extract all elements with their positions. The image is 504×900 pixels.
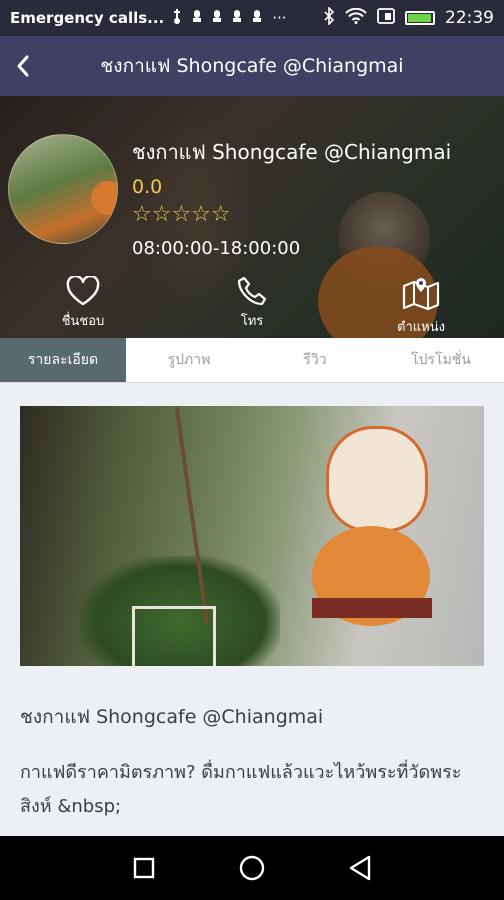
photo-sign-face — [326, 426, 428, 532]
tab-photos[interactable]: รูปภาพ — [126, 338, 252, 382]
shop-name: ชงกาแฟ Shongcafe @Chiangmai — [132, 140, 452, 164]
back-button[interactable] — [0, 36, 46, 96]
notification-icons: ··· — [172, 8, 287, 28]
recents-button[interactable] — [124, 848, 164, 888]
more-icon: ··· — [272, 9, 287, 27]
heart-icon — [66, 276, 100, 306]
status-bar: Emergency calls... ··· 22:39 — [0, 0, 504, 36]
detail-title: ชงกาแฟ Shongcafe @Chiangmai — [20, 706, 324, 728]
tab-promotions[interactable]: โปรโมชั่น — [378, 338, 504, 382]
call-label: โทร — [240, 314, 264, 329]
circle-icon — [239, 855, 265, 881]
bluetooth-icon — [323, 6, 335, 29]
avatar-sign — [91, 181, 117, 215]
sim-icon — [377, 8, 395, 28]
favorite-button[interactable]: ชื่นชอบ — [28, 276, 138, 331]
shop-avatar — [8, 134, 118, 244]
photo-sign-banner — [312, 598, 432, 618]
battery-fill — [408, 14, 431, 22]
notification-icon — [212, 8, 222, 28]
map-icon — [402, 278, 440, 311]
photo-chair — [132, 606, 216, 666]
location-button[interactable]: ตำแหน่ง — [366, 276, 476, 337]
battery-icon — [405, 11, 435, 25]
navigation-bar — [0, 836, 504, 900]
rating-stars: ☆☆☆☆☆ — [132, 202, 231, 227]
tab-bar: รายละเอียด รูปภาพ รีวิว โปรโมชั่น — [0, 338, 504, 383]
back-nav-button[interactable] — [340, 848, 380, 888]
location-label: ตำแหน่ง — [397, 320, 445, 335]
back-arrow-icon — [17, 55, 29, 77]
rating-value: 0.0 — [132, 176, 163, 198]
call-button[interactable]: โทร — [197, 276, 307, 331]
detail-description: กาแฟดีราคามิตรภาพ? ดื่มกาแฟแล้วแวะไหว้พร… — [20, 762, 462, 817]
status-time: 22:39 — [445, 8, 494, 28]
usb-icon — [172, 8, 182, 28]
tab-details[interactable]: รายละเอียด — [0, 338, 126, 382]
opening-hours: 08:00:00-18:00:00 — [132, 238, 301, 259]
tab-reviews[interactable]: รีวิว — [252, 338, 378, 382]
square-icon — [133, 857, 155, 879]
wifi-icon — [345, 7, 367, 28]
page-title: ชงกาแฟ Shongcafe @Chiangmai — [100, 55, 404, 77]
notification-icon — [232, 8, 242, 28]
home-button[interactable] — [232, 848, 272, 888]
triangle-back-icon — [349, 855, 371, 881]
carrier-text: Emergency calls... — [10, 9, 165, 27]
app-bar: ชงกาแฟ Shongcafe @Chiangmai — [0, 36, 504, 96]
notification-icon — [192, 8, 202, 28]
notification-icon — [252, 8, 262, 28]
favorite-label: ชื่นชอบ — [61, 314, 105, 329]
shop-header: ชงกาแฟ Shongcafe @Chiangmai 0.0 ☆☆☆☆☆ 08… — [0, 96, 504, 338]
phone-icon — [237, 276, 267, 306]
shop-photo[interactable] — [20, 406, 484, 666]
